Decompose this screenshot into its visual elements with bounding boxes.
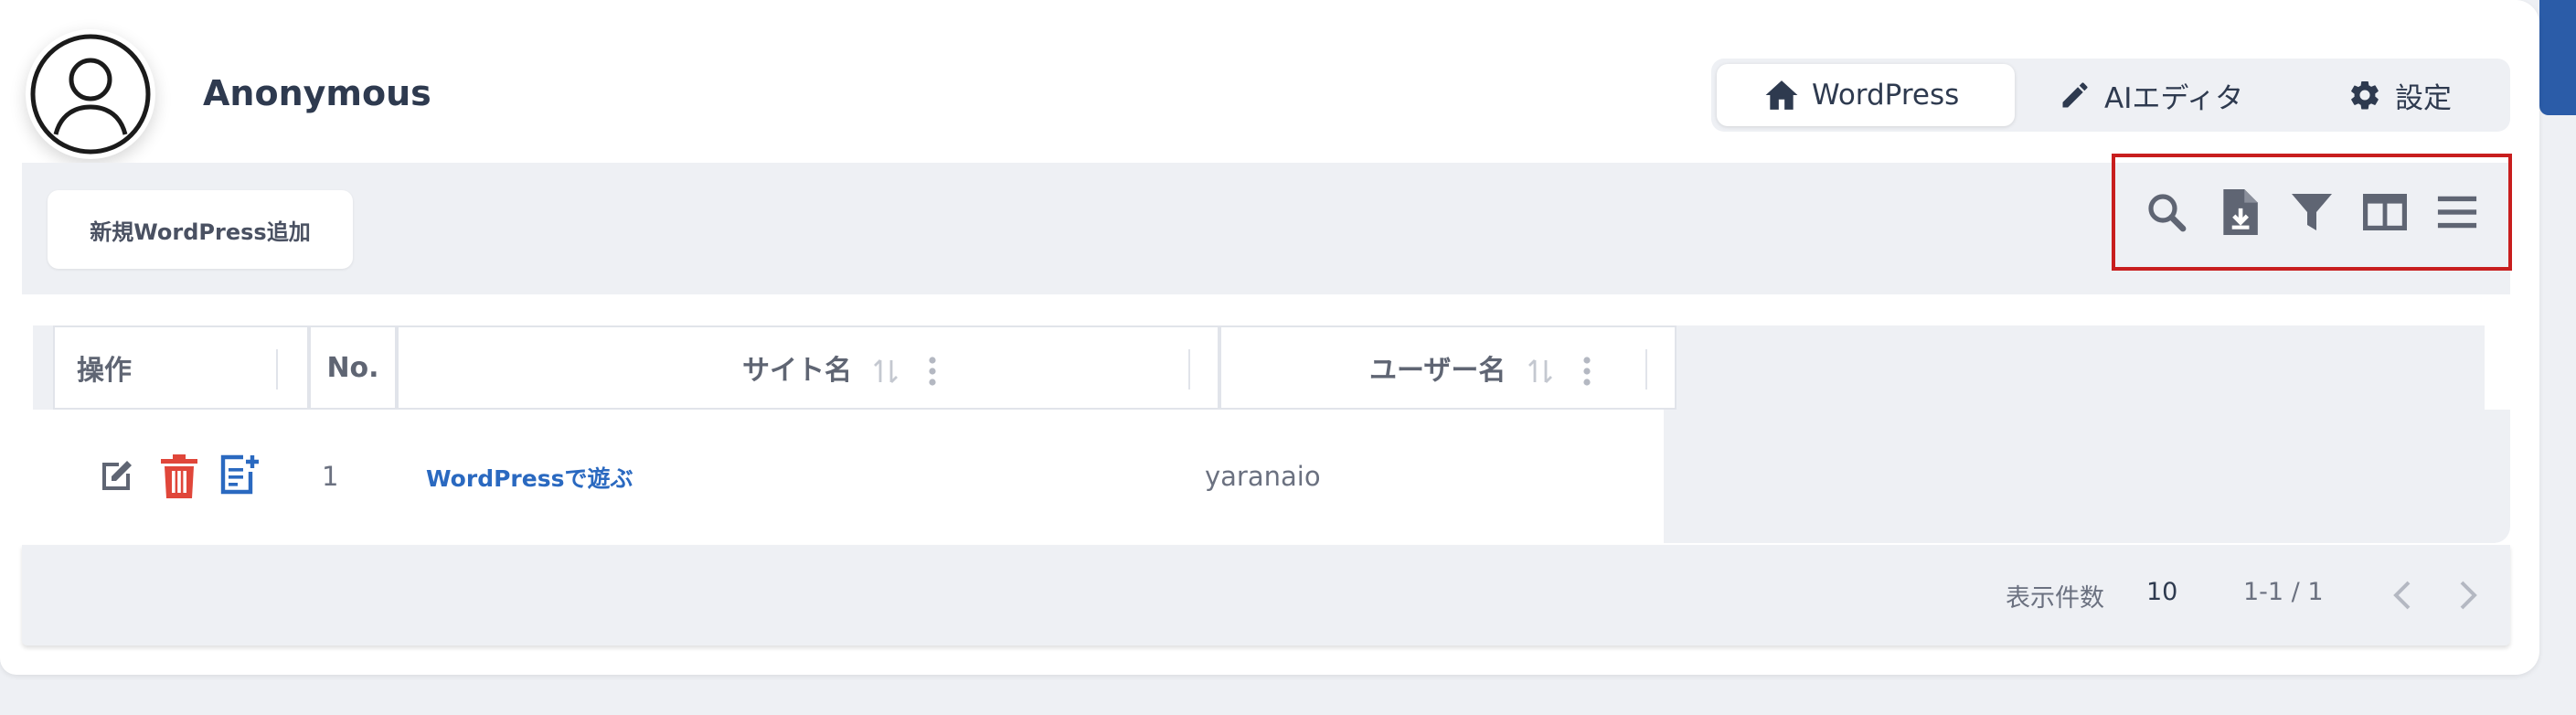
nav-tab-label: AIエディタ — [2104, 81, 2244, 115]
sort-icon[interactable] — [1528, 358, 1552, 384]
search-icon — [2148, 194, 2187, 232]
site-name-link[interactable]: WordPressで遊ぶ — [426, 461, 633, 494]
menu-icon — [2438, 196, 2477, 229]
avatar[interactable] — [26, 29, 155, 159]
previous-page-icon[interactable] — [2391, 580, 2413, 611]
columns-icon — [2362, 194, 2407, 230]
column-resizer[interactable] — [276, 349, 278, 390]
column-header-label: ユーザー名 — [1369, 355, 1506, 387]
download-file-icon — [2223, 189, 2259, 235]
column-header-actions[interactable]: 操作 — [53, 325, 309, 410]
main-card: Anonymous WordPress AIエディタ 設定 新規WordPres… — [0, 0, 2539, 675]
add-note-icon[interactable] — [219, 454, 261, 496]
column-header-label: サイト名 — [742, 355, 852, 387]
pagination-range: 1-1 / 1 — [2243, 578, 2324, 606]
table-empty-area — [1664, 410, 2510, 543]
menu-button[interactable] — [2433, 188, 2481, 236]
column-header-no[interactable]: No. — [309, 325, 397, 410]
user-circle-icon — [30, 34, 151, 155]
nav-tab-settings[interactable]: 設定 — [2344, 64, 2499, 126]
next-page-icon[interactable] — [2457, 580, 2479, 611]
search-button[interactable] — [2143, 188, 2190, 236]
add-wordpress-button[interactable]: 新規WordPress追加 — [48, 190, 353, 269]
home-icon — [1765, 80, 1798, 110]
column-resizer[interactable] — [1645, 349, 1647, 390]
column-header-user-name[interactable]: ユーザー名 — [1219, 325, 1677, 410]
column-header-label: No. — [326, 351, 379, 384]
nav-tab-label: 設定 — [2395, 81, 2452, 115]
side-panel-tab[interactable] — [2539, 0, 2576, 115]
user-name-cell: yaranaio — [1205, 461, 1321, 492]
column-menu-icon[interactable] — [927, 357, 938, 386]
row-actions — [95, 454, 261, 499]
nav-tab-wordpress[interactable]: WordPress — [1717, 64, 2015, 126]
gear-icon — [2351, 80, 2379, 110]
column-header-label: 操作 — [77, 355, 132, 387]
column-header-site-name[interactable]: サイト名 — [397, 325, 1219, 410]
trash-icon[interactable] — [159, 454, 199, 499]
filter-icon — [2291, 194, 2332, 230]
nav-tab-label: WordPress — [1812, 79, 1960, 112]
row-number: 1 — [322, 461, 339, 492]
pencil-icon — [2062, 82, 2088, 108]
table-footer: 表示件数 10 1-1 / 1 — [22, 545, 2510, 646]
user-name: Anonymous — [203, 73, 431, 113]
export-button[interactable] — [2215, 188, 2262, 236]
column-menu-icon[interactable] — [1581, 357, 1592, 386]
table-tools-highlight — [2112, 154, 2512, 271]
column-resizer[interactable] — [1188, 349, 1190, 390]
rows-per-page-select[interactable]: 10 — [2146, 578, 2177, 606]
sort-icon[interactable] — [874, 358, 898, 384]
edit-icon[interactable] — [95, 454, 139, 497]
rows-per-page-label: 表示件数 — [2006, 584, 2104, 613]
columns-button[interactable] — [2361, 188, 2409, 236]
top-nav: WordPress AIエディタ 設定 — [1711, 59, 2510, 132]
filter-button[interactable] — [2288, 188, 2336, 236]
nav-tab-ai-editor[interactable]: AIエディタ — [2055, 64, 2293, 126]
